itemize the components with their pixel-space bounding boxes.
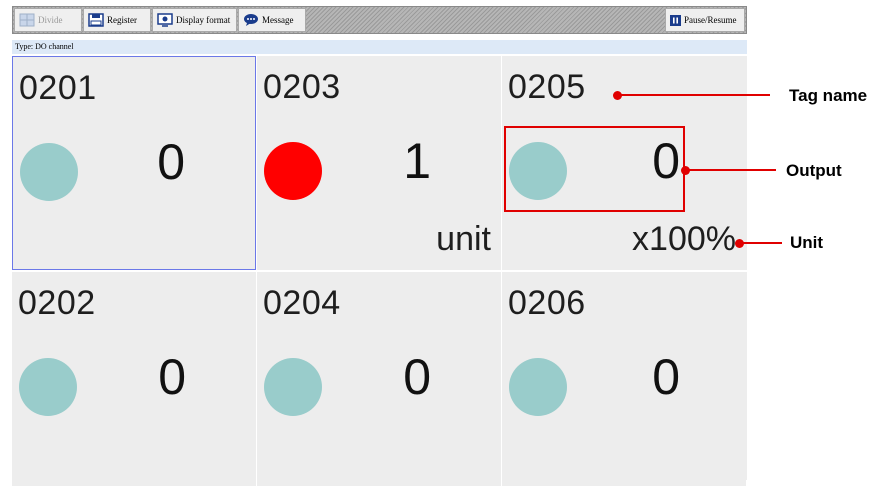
type-label: Type: DO channel xyxy=(12,40,747,54)
display-format-icon xyxy=(157,13,173,27)
pause-resume-label: Pause/Resume xyxy=(684,15,737,25)
status-indicator xyxy=(20,143,78,201)
grid-divider xyxy=(256,56,257,480)
message-button[interactable]: Message xyxy=(238,8,306,32)
tag-name: 0204 xyxy=(263,284,341,322)
grid-divider xyxy=(501,56,502,480)
status-indicator xyxy=(509,358,567,416)
register-label: Register xyxy=(107,15,137,25)
divide-button[interactable]: Divide xyxy=(14,8,82,32)
tag-cell-0202[interactable]: 0202 0 xyxy=(12,272,256,486)
tag-cell-0203[interactable]: 0203 1 unit xyxy=(257,56,501,270)
callout-line xyxy=(618,94,770,96)
tag-name: 0206 xyxy=(508,284,586,322)
message-label: Message xyxy=(262,15,294,25)
unit-callout: Unit xyxy=(790,233,824,252)
tag-grid: 0201 0 0203 1 unit 0205 0 x100% 0202 0 0… xyxy=(12,56,747,486)
divide-icon xyxy=(19,13,35,27)
output-callout: Output xyxy=(786,161,842,180)
status-indicator xyxy=(264,142,322,200)
callout-line xyxy=(740,242,782,244)
callout-line xyxy=(686,169,776,171)
unit-label: unit xyxy=(436,220,491,258)
register-button[interactable]: Register xyxy=(83,8,151,32)
display-format-label: Display format xyxy=(176,15,231,25)
pause-resume-button[interactable]: Pause/Resume xyxy=(665,8,745,32)
tag-cell-0206[interactable]: 0206 0 xyxy=(502,272,746,486)
toolbar: Divide Register Display format Message P… xyxy=(12,6,747,34)
tag-name: 0203 xyxy=(263,68,341,106)
message-icon xyxy=(244,14,258,26)
tag-name: 0202 xyxy=(18,284,96,322)
status-indicator xyxy=(264,358,322,416)
output-value: 1 xyxy=(403,133,431,189)
tag-name: 0205 xyxy=(508,68,586,106)
output-value: 0 xyxy=(403,349,431,405)
display-format-button[interactable]: Display format xyxy=(152,8,237,32)
tag-name: 0201 xyxy=(19,69,97,107)
tag-name-callout: Tag name xyxy=(789,86,868,105)
output-highlight-box xyxy=(504,126,685,212)
grid-divider xyxy=(12,270,747,272)
pause-icon xyxy=(670,14,681,26)
divide-label: Divide xyxy=(38,15,63,25)
status-indicator xyxy=(19,358,77,416)
output-value: 0 xyxy=(157,134,185,190)
unit-label: x100% xyxy=(632,220,736,258)
output-value: 0 xyxy=(652,349,680,405)
tag-cell-0201[interactable]: 0201 0 xyxy=(12,56,256,270)
tag-cell-0204[interactable]: 0204 0 xyxy=(257,272,501,486)
register-icon xyxy=(88,13,104,27)
output-value: 0 xyxy=(158,349,186,405)
